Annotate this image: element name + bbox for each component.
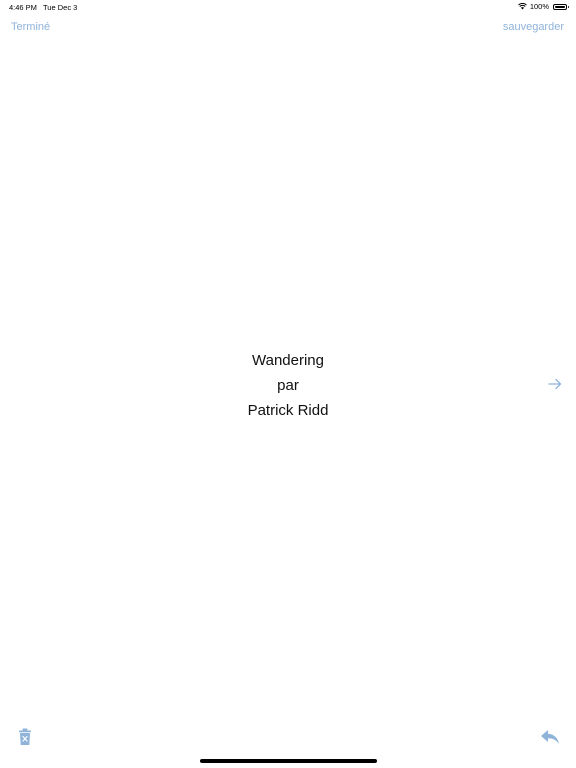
reply-icon[interactable] — [540, 729, 560, 745]
home-indicator — [200, 759, 377, 763]
wifi-icon — [517, 3, 527, 10]
story-title: Wandering — [252, 352, 324, 369]
title-card: Wandering par Patrick Ridd — [0, 348, 576, 423]
status-right: 100% — [517, 2, 569, 11]
arrow-right-icon[interactable] — [548, 377, 562, 391]
done-button[interactable]: Terminé — [11, 21, 50, 33]
battery-icon — [553, 3, 569, 10]
by-label: par — [277, 377, 299, 394]
save-button[interactable]: sauvegarder — [503, 21, 564, 33]
status-bar: 4:46 PM Tue Dec 3 100% — [0, 0, 576, 14]
status-time: 4:46 PM — [9, 3, 37, 12]
author-name: Patrick Ridd — [247, 402, 329, 419]
app-screen: 4:46 PM Tue Dec 3 100% Terminé sauvegard… — [0, 0, 576, 768]
status-date: Tue Dec 3 — [43, 3, 78, 12]
battery-percent: 100% — [529, 2, 549, 11]
trash-icon[interactable] — [18, 728, 32, 746]
